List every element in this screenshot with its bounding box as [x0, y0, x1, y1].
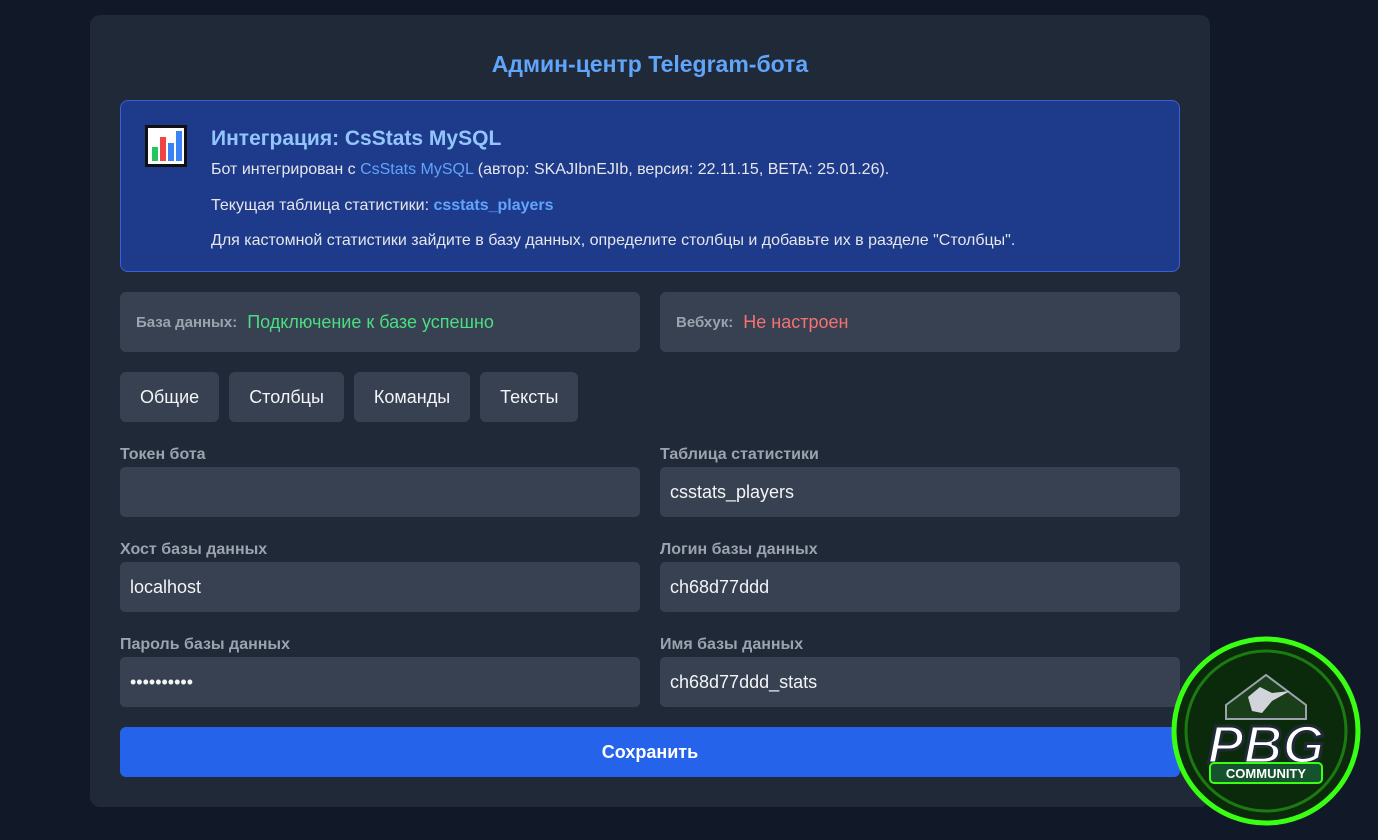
tab-texts[interactable]: Тексты — [480, 372, 579, 422]
db-name-input[interactable]: ch68d77ddd_stats — [660, 657, 1180, 707]
current-table-label: Текущая таблица статистики: — [211, 197, 430, 214]
current-table-info: Текущая таблица статистики: csstats_play… — [211, 197, 554, 215]
integration-card: Интеграция: CsStats MySQL Бот интегриров… — [120, 100, 1180, 272]
webhook-status-label: Вебхук: — [676, 313, 734, 331]
tab-columns[interactable]: Столбцы — [229, 372, 344, 422]
bot-token-input[interactable] — [120, 467, 640, 517]
logo-sub-text: COMMUNITY — [1226, 766, 1306, 781]
db-password-input[interactable]: •••••••••• — [120, 657, 640, 707]
tab-general[interactable]: Общие — [120, 372, 220, 422]
webhook-status-value: Не настроен — [743, 311, 849, 332]
save-button[interactable]: Сохранить — [120, 727, 1180, 777]
db-host-label: Хост базы данных — [120, 541, 268, 558]
integration-description: Бот интегрирован с CsStats MySQL (автор:… — [211, 161, 889, 179]
db-password-label: Пароль базы данных — [120, 636, 290, 653]
csstats-link[interactable]: CsStats MySQL — [360, 161, 473, 178]
database-status: База данных: Подключение к базе успешно — [120, 292, 640, 352]
pbg-community-logo: PBG COMMUNITY — [1160, 635, 1372, 835]
admin-panel: Админ-центр Telegram-бота Интеграция: Cs… — [90, 15, 1210, 807]
database-status-label: База данных: — [136, 313, 238, 331]
webhook-status: Вебхук: Не настроен — [660, 292, 1180, 352]
database-status-value: Подключение к базе успешно — [247, 311, 494, 332]
bot-token-label: Токен бота — [120, 446, 206, 463]
integration-text-suffix: (автор: SKAJIbnEJIb, версия: 22.11.15, B… — [477, 161, 890, 178]
integration-text-prefix: Бот интегрирован с — [211, 161, 356, 178]
tab-commands[interactable]: Команды — [353, 372, 471, 422]
db-host-input[interactable]: localhost — [120, 562, 640, 612]
stats-table-input[interactable]: csstats_players — [660, 467, 1180, 517]
stats-table-label: Таблица статистики — [660, 446, 819, 463]
db-name-label: Имя базы данных — [660, 636, 804, 653]
custom-stats-hint: Для кастомной статистики зайдите в базу … — [211, 232, 1016, 249]
page-title: Админ-центр Telegram-бота — [491, 51, 809, 77]
settings-tabs: Общие Столбцы Команды Тексты — [120, 372, 588, 422]
db-login-label: Логин базы данных — [660, 541, 818, 558]
bar-chart-icon — [145, 125, 187, 167]
current-table-value: csstats_players — [433, 197, 554, 214]
integration-title: Интеграция: CsStats MySQL — [211, 127, 502, 150]
db-login-input[interactable]: ch68d77ddd — [660, 562, 1180, 612]
